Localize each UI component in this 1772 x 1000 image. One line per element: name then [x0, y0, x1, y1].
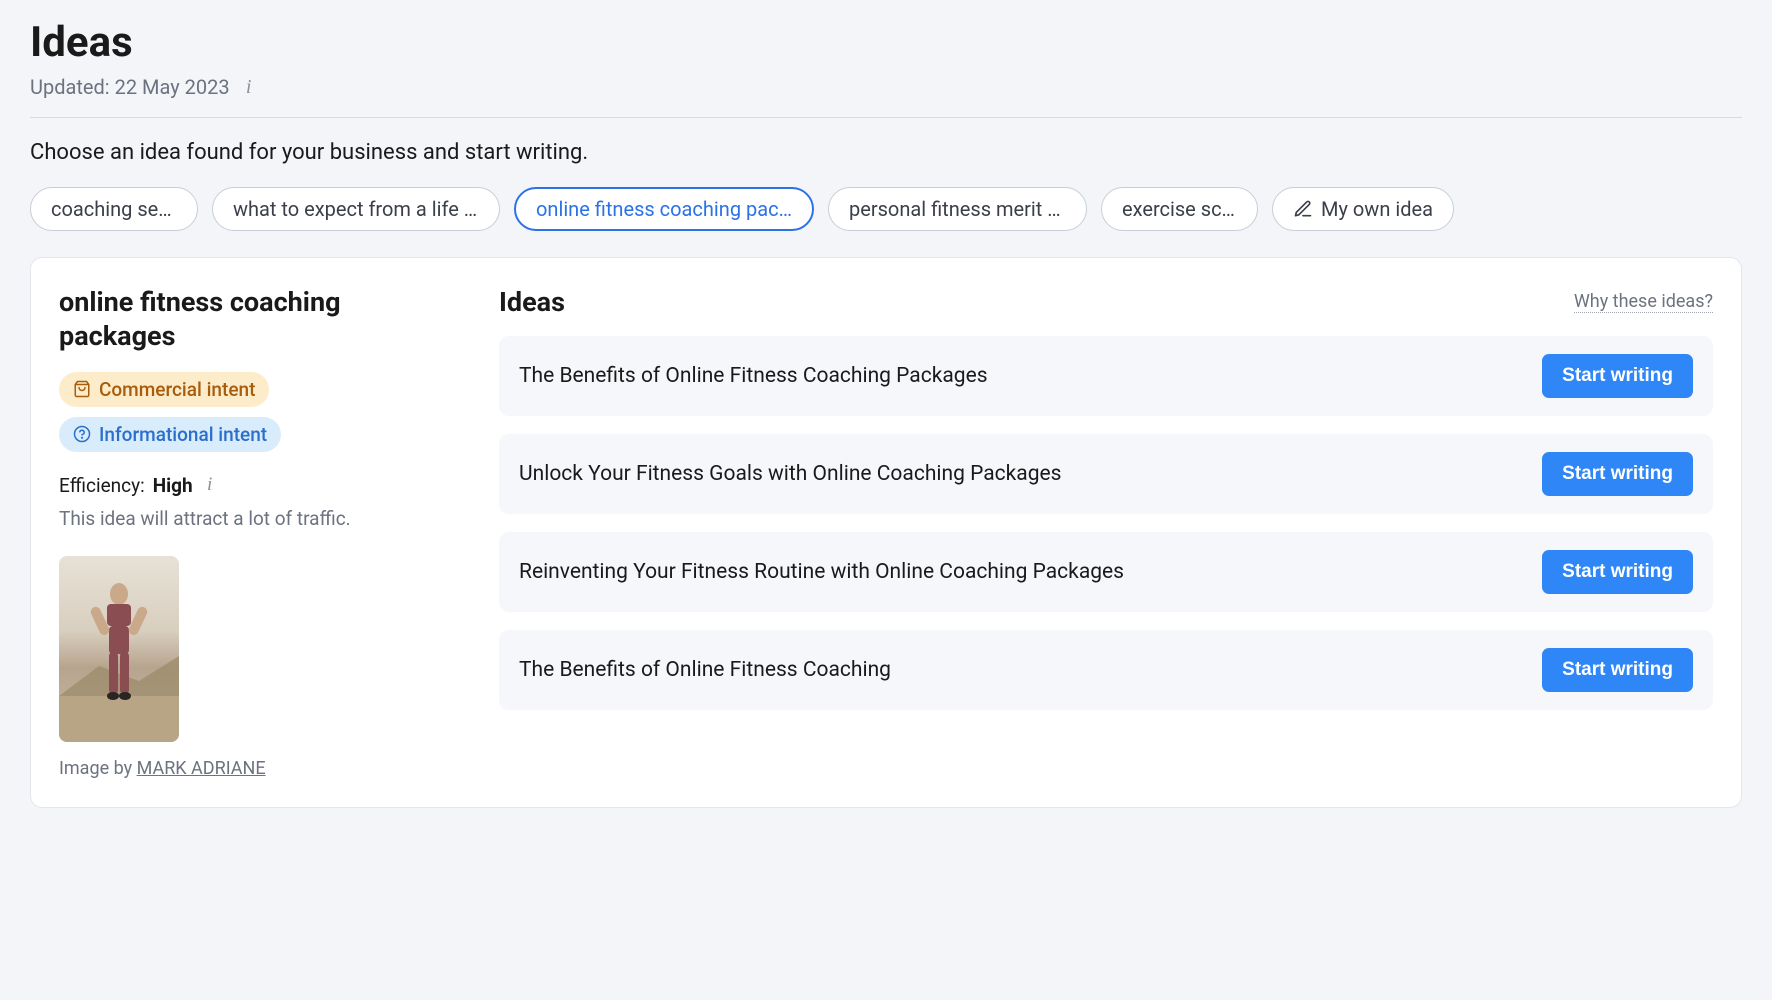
idea-item: The Benefits of Online Fitness Coaching … — [499, 630, 1713, 710]
commercial-icon — [73, 380, 91, 398]
start-writing-button[interactable]: Start writing — [1542, 452, 1693, 496]
idea-text: Reinventing Your Fitness Routine with On… — [519, 560, 1124, 584]
updated-row: Updated: 22 May 2023 i — [30, 75, 1742, 99]
chips-row: coaching session what to expect from a l… — [30, 187, 1742, 231]
idea-card: online fitness coaching packages Commerc… — [30, 257, 1742, 808]
selected-idea-title: online fitness coaching packages — [59, 286, 459, 354]
updated-text: Updated: 22 May 2023 — [30, 75, 230, 99]
idea-item: The Benefits of Online Fitness Coaching … — [499, 336, 1713, 416]
intro-text: Choose an idea found for your business a… — [30, 140, 1742, 165]
pen-icon — [1293, 199, 1313, 219]
image-author-link[interactable]: MARK ADRIANE — [137, 758, 266, 779]
idea-text: The Benefits of Online Fitness Coaching — [519, 658, 891, 682]
ideas-title: Ideas — [499, 286, 565, 318]
chip-what-to-expect[interactable]: what to expect from a life coach — [212, 187, 500, 231]
image-credit: Image by MARK ADRIANE — [59, 758, 459, 779]
efficiency-value: High — [153, 474, 193, 497]
image-credit-prefix: Image by — [59, 758, 137, 779]
chip-label: what to expect from a life coach — [233, 197, 479, 221]
idea-thumbnail — [59, 556, 179, 742]
badge-label: Commercial intent — [99, 378, 255, 401]
chip-label: exercise science — [1122, 197, 1237, 221]
informational-intent-badge: Informational intent — [59, 417, 281, 452]
idea-item: Reinventing Your Fitness Routine with On… — [499, 532, 1713, 612]
chip-coaching-session[interactable]: coaching session — [30, 187, 198, 231]
chip-label: My own idea — [1321, 197, 1433, 221]
info-icon[interactable]: i — [201, 476, 219, 494]
efficiency-description: This idea will attract a lot of traffic. — [59, 507, 459, 530]
why-these-ideas-link[interactable]: Why these ideas? — [1574, 291, 1713, 313]
info-icon[interactable]: i — [240, 78, 258, 96]
chip-label: personal fitness merit badge — [849, 197, 1066, 221]
start-writing-button[interactable]: Start writing — [1542, 648, 1693, 692]
intent-badges: Commercial intent Informational intent — [59, 372, 459, 452]
start-writing-button[interactable]: Start writing — [1542, 354, 1693, 398]
efficiency-label: Efficiency: — [59, 474, 145, 497]
idea-detail-panel: online fitness coaching packages Commerc… — [59, 286, 459, 779]
informational-icon — [73, 425, 91, 443]
ideas-panel: Ideas Why these ideas? The Benefits of O… — [499, 286, 1713, 779]
efficiency-row: Efficiency: High i — [59, 474, 459, 497]
page-title: Ideas — [30, 18, 1742, 67]
idea-text: Unlock Your Fitness Goals with Online Co… — [519, 462, 1061, 486]
idea-text: The Benefits of Online Fitness Coaching … — [519, 364, 988, 388]
chip-exercise-science[interactable]: exercise science — [1101, 187, 1258, 231]
divider — [30, 117, 1742, 118]
badge-label: Informational intent — [99, 423, 267, 446]
chip-label: coaching session — [51, 197, 177, 221]
chip-label: online fitness coaching packages — [536, 197, 792, 221]
idea-item: Unlock Your Fitness Goals with Online Co… — [499, 434, 1713, 514]
idea-list: The Benefits of Online Fitness Coaching … — [499, 336, 1713, 710]
chip-online-fitness-coaching[interactable]: online fitness coaching packages — [514, 187, 814, 231]
chip-my-own-idea[interactable]: My own idea — [1272, 187, 1454, 231]
ideas-header: Ideas Why these ideas? — [499, 286, 1713, 318]
commercial-intent-badge: Commercial intent — [59, 372, 269, 407]
start-writing-button[interactable]: Start writing — [1542, 550, 1693, 594]
chip-personal-fitness-merit[interactable]: personal fitness merit badge — [828, 187, 1087, 231]
